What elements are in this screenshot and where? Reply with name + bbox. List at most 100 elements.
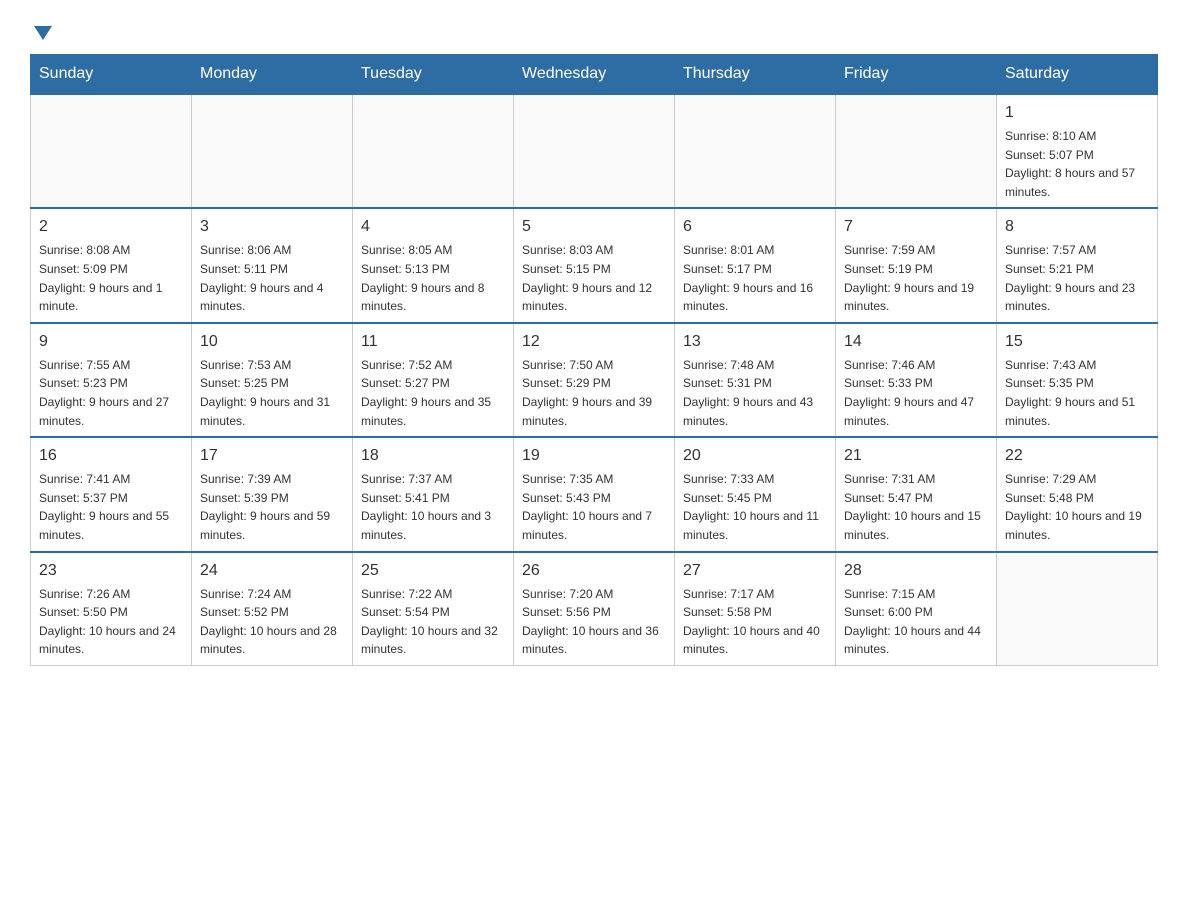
day-info: Sunrise: 7:59 AM Sunset: 5:19 PM Dayligh… (844, 241, 988, 315)
day-info: Sunrise: 7:37 AM Sunset: 5:41 PM Dayligh… (361, 470, 505, 544)
day-info: Sunrise: 7:17 AM Sunset: 5:58 PM Dayligh… (683, 585, 827, 659)
calendar-cell: 4Sunrise: 8:05 AM Sunset: 5:13 PM Daylig… (353, 208, 514, 322)
day-info: Sunrise: 8:05 AM Sunset: 5:13 PM Dayligh… (361, 241, 505, 315)
calendar-table: SundayMondayTuesdayWednesdayThursdayFrid… (30, 54, 1158, 666)
weekday-header-wednesday: Wednesday (514, 55, 675, 95)
weekday-header-thursday: Thursday (675, 55, 836, 95)
day-number: 19 (522, 444, 666, 468)
weekday-header-monday: Monday (192, 55, 353, 95)
day-number: 9 (39, 330, 183, 354)
day-info: Sunrise: 7:50 AM Sunset: 5:29 PM Dayligh… (522, 356, 666, 430)
logo (30, 20, 62, 44)
day-info: Sunrise: 7:52 AM Sunset: 5:27 PM Dayligh… (361, 356, 505, 430)
day-number: 8 (1005, 215, 1149, 239)
day-number: 4 (361, 215, 505, 239)
day-number: 22 (1005, 444, 1149, 468)
calendar-cell: 27Sunrise: 7:17 AM Sunset: 5:58 PM Dayli… (675, 552, 836, 666)
day-number: 3 (200, 215, 344, 239)
calendar-cell: 19Sunrise: 7:35 AM Sunset: 5:43 PM Dayli… (514, 437, 675, 551)
day-info: Sunrise: 8:06 AM Sunset: 5:11 PM Dayligh… (200, 241, 344, 315)
calendar-cell (514, 94, 675, 208)
calendar-cell: 16Sunrise: 7:41 AM Sunset: 5:37 PM Dayli… (31, 437, 192, 551)
day-number: 28 (844, 559, 988, 583)
calendar-week-row: 1Sunrise: 8:10 AM Sunset: 5:07 PM Daylig… (31, 94, 1158, 208)
calendar-cell: 18Sunrise: 7:37 AM Sunset: 5:41 PM Dayli… (353, 437, 514, 551)
day-number: 27 (683, 559, 827, 583)
calendar-week-row: 9Sunrise: 7:55 AM Sunset: 5:23 PM Daylig… (31, 323, 1158, 437)
day-info: Sunrise: 7:48 AM Sunset: 5:31 PM Dayligh… (683, 356, 827, 430)
day-number: 21 (844, 444, 988, 468)
day-number: 5 (522, 215, 666, 239)
day-info: Sunrise: 7:22 AM Sunset: 5:54 PM Dayligh… (361, 585, 505, 659)
day-info: Sunrise: 7:26 AM Sunset: 5:50 PM Dayligh… (39, 585, 183, 659)
day-number: 16 (39, 444, 183, 468)
day-info: Sunrise: 7:20 AM Sunset: 5:56 PM Dayligh… (522, 585, 666, 659)
day-info: Sunrise: 7:46 AM Sunset: 5:33 PM Dayligh… (844, 356, 988, 430)
calendar-cell (192, 94, 353, 208)
calendar-cell (675, 94, 836, 208)
calendar-cell: 22Sunrise: 7:29 AM Sunset: 5:48 PM Dayli… (997, 437, 1158, 551)
day-number: 20 (683, 444, 827, 468)
page-header (30, 20, 1158, 44)
day-number: 6 (683, 215, 827, 239)
day-number: 25 (361, 559, 505, 583)
calendar-cell: 9Sunrise: 7:55 AM Sunset: 5:23 PM Daylig… (31, 323, 192, 437)
calendar-cell: 25Sunrise: 7:22 AM Sunset: 5:54 PM Dayli… (353, 552, 514, 666)
day-number: 2 (39, 215, 183, 239)
calendar-cell: 11Sunrise: 7:52 AM Sunset: 5:27 PM Dayli… (353, 323, 514, 437)
calendar-cell: 24Sunrise: 7:24 AM Sunset: 5:52 PM Dayli… (192, 552, 353, 666)
day-number: 24 (200, 559, 344, 583)
day-info: Sunrise: 7:57 AM Sunset: 5:21 PM Dayligh… (1005, 241, 1149, 315)
calendar-cell: 1Sunrise: 8:10 AM Sunset: 5:07 PM Daylig… (997, 94, 1158, 208)
calendar-cell: 21Sunrise: 7:31 AM Sunset: 5:47 PM Dayli… (836, 437, 997, 551)
calendar-cell (31, 94, 192, 208)
day-info: Sunrise: 7:39 AM Sunset: 5:39 PM Dayligh… (200, 470, 344, 544)
day-info: Sunrise: 7:35 AM Sunset: 5:43 PM Dayligh… (522, 470, 666, 544)
calendar-week-row: 2Sunrise: 8:08 AM Sunset: 5:09 PM Daylig… (31, 208, 1158, 322)
day-number: 10 (200, 330, 344, 354)
day-info: Sunrise: 7:31 AM Sunset: 5:47 PM Dayligh… (844, 470, 988, 544)
day-info: Sunrise: 7:33 AM Sunset: 5:45 PM Dayligh… (683, 470, 827, 544)
day-info: Sunrise: 7:41 AM Sunset: 5:37 PM Dayligh… (39, 470, 183, 544)
day-number: 7 (844, 215, 988, 239)
calendar-cell (997, 552, 1158, 666)
calendar-cell: 7Sunrise: 7:59 AM Sunset: 5:19 PM Daylig… (836, 208, 997, 322)
calendar-cell: 23Sunrise: 7:26 AM Sunset: 5:50 PM Dayli… (31, 552, 192, 666)
calendar-cell: 3Sunrise: 8:06 AM Sunset: 5:11 PM Daylig… (192, 208, 353, 322)
day-info: Sunrise: 7:43 AM Sunset: 5:35 PM Dayligh… (1005, 356, 1149, 430)
day-info: Sunrise: 7:24 AM Sunset: 5:52 PM Dayligh… (200, 585, 344, 659)
day-info: Sunrise: 8:08 AM Sunset: 5:09 PM Dayligh… (39, 241, 183, 315)
calendar-cell: 26Sunrise: 7:20 AM Sunset: 5:56 PM Dayli… (514, 552, 675, 666)
calendar-week-row: 23Sunrise: 7:26 AM Sunset: 5:50 PM Dayli… (31, 552, 1158, 666)
calendar-cell: 28Sunrise: 7:15 AM Sunset: 6:00 PM Dayli… (836, 552, 997, 666)
day-number: 1 (1005, 101, 1149, 125)
day-info: Sunrise: 8:01 AM Sunset: 5:17 PM Dayligh… (683, 241, 827, 315)
calendar-cell: 13Sunrise: 7:48 AM Sunset: 5:31 PM Dayli… (675, 323, 836, 437)
day-number: 14 (844, 330, 988, 354)
day-info: Sunrise: 8:10 AM Sunset: 5:07 PM Dayligh… (1005, 127, 1149, 201)
day-number: 18 (361, 444, 505, 468)
calendar-cell: 8Sunrise: 7:57 AM Sunset: 5:21 PM Daylig… (997, 208, 1158, 322)
day-info: Sunrise: 7:29 AM Sunset: 5:48 PM Dayligh… (1005, 470, 1149, 544)
calendar-cell: 17Sunrise: 7:39 AM Sunset: 5:39 PM Dayli… (192, 437, 353, 551)
day-number: 11 (361, 330, 505, 354)
calendar-header-row: SundayMondayTuesdayWednesdayThursdayFrid… (31, 55, 1158, 95)
calendar-cell (836, 94, 997, 208)
logo-triangle-icon (32, 22, 54, 44)
day-number: 13 (683, 330, 827, 354)
day-number: 12 (522, 330, 666, 354)
weekday-header-sunday: Sunday (31, 55, 192, 95)
calendar-cell: 6Sunrise: 8:01 AM Sunset: 5:17 PM Daylig… (675, 208, 836, 322)
day-info: Sunrise: 7:53 AM Sunset: 5:25 PM Dayligh… (200, 356, 344, 430)
calendar-week-row: 16Sunrise: 7:41 AM Sunset: 5:37 PM Dayli… (31, 437, 1158, 551)
day-number: 15 (1005, 330, 1149, 354)
weekday-header-tuesday: Tuesday (353, 55, 514, 95)
calendar-cell: 5Sunrise: 8:03 AM Sunset: 5:15 PM Daylig… (514, 208, 675, 322)
calendar-cell: 14Sunrise: 7:46 AM Sunset: 5:33 PM Dayli… (836, 323, 997, 437)
calendar-cell: 10Sunrise: 7:53 AM Sunset: 5:25 PM Dayli… (192, 323, 353, 437)
weekday-header-friday: Friday (836, 55, 997, 95)
day-number: 26 (522, 559, 666, 583)
day-info: Sunrise: 8:03 AM Sunset: 5:15 PM Dayligh… (522, 241, 666, 315)
day-info: Sunrise: 7:55 AM Sunset: 5:23 PM Dayligh… (39, 356, 183, 430)
weekday-header-saturday: Saturday (997, 55, 1158, 95)
